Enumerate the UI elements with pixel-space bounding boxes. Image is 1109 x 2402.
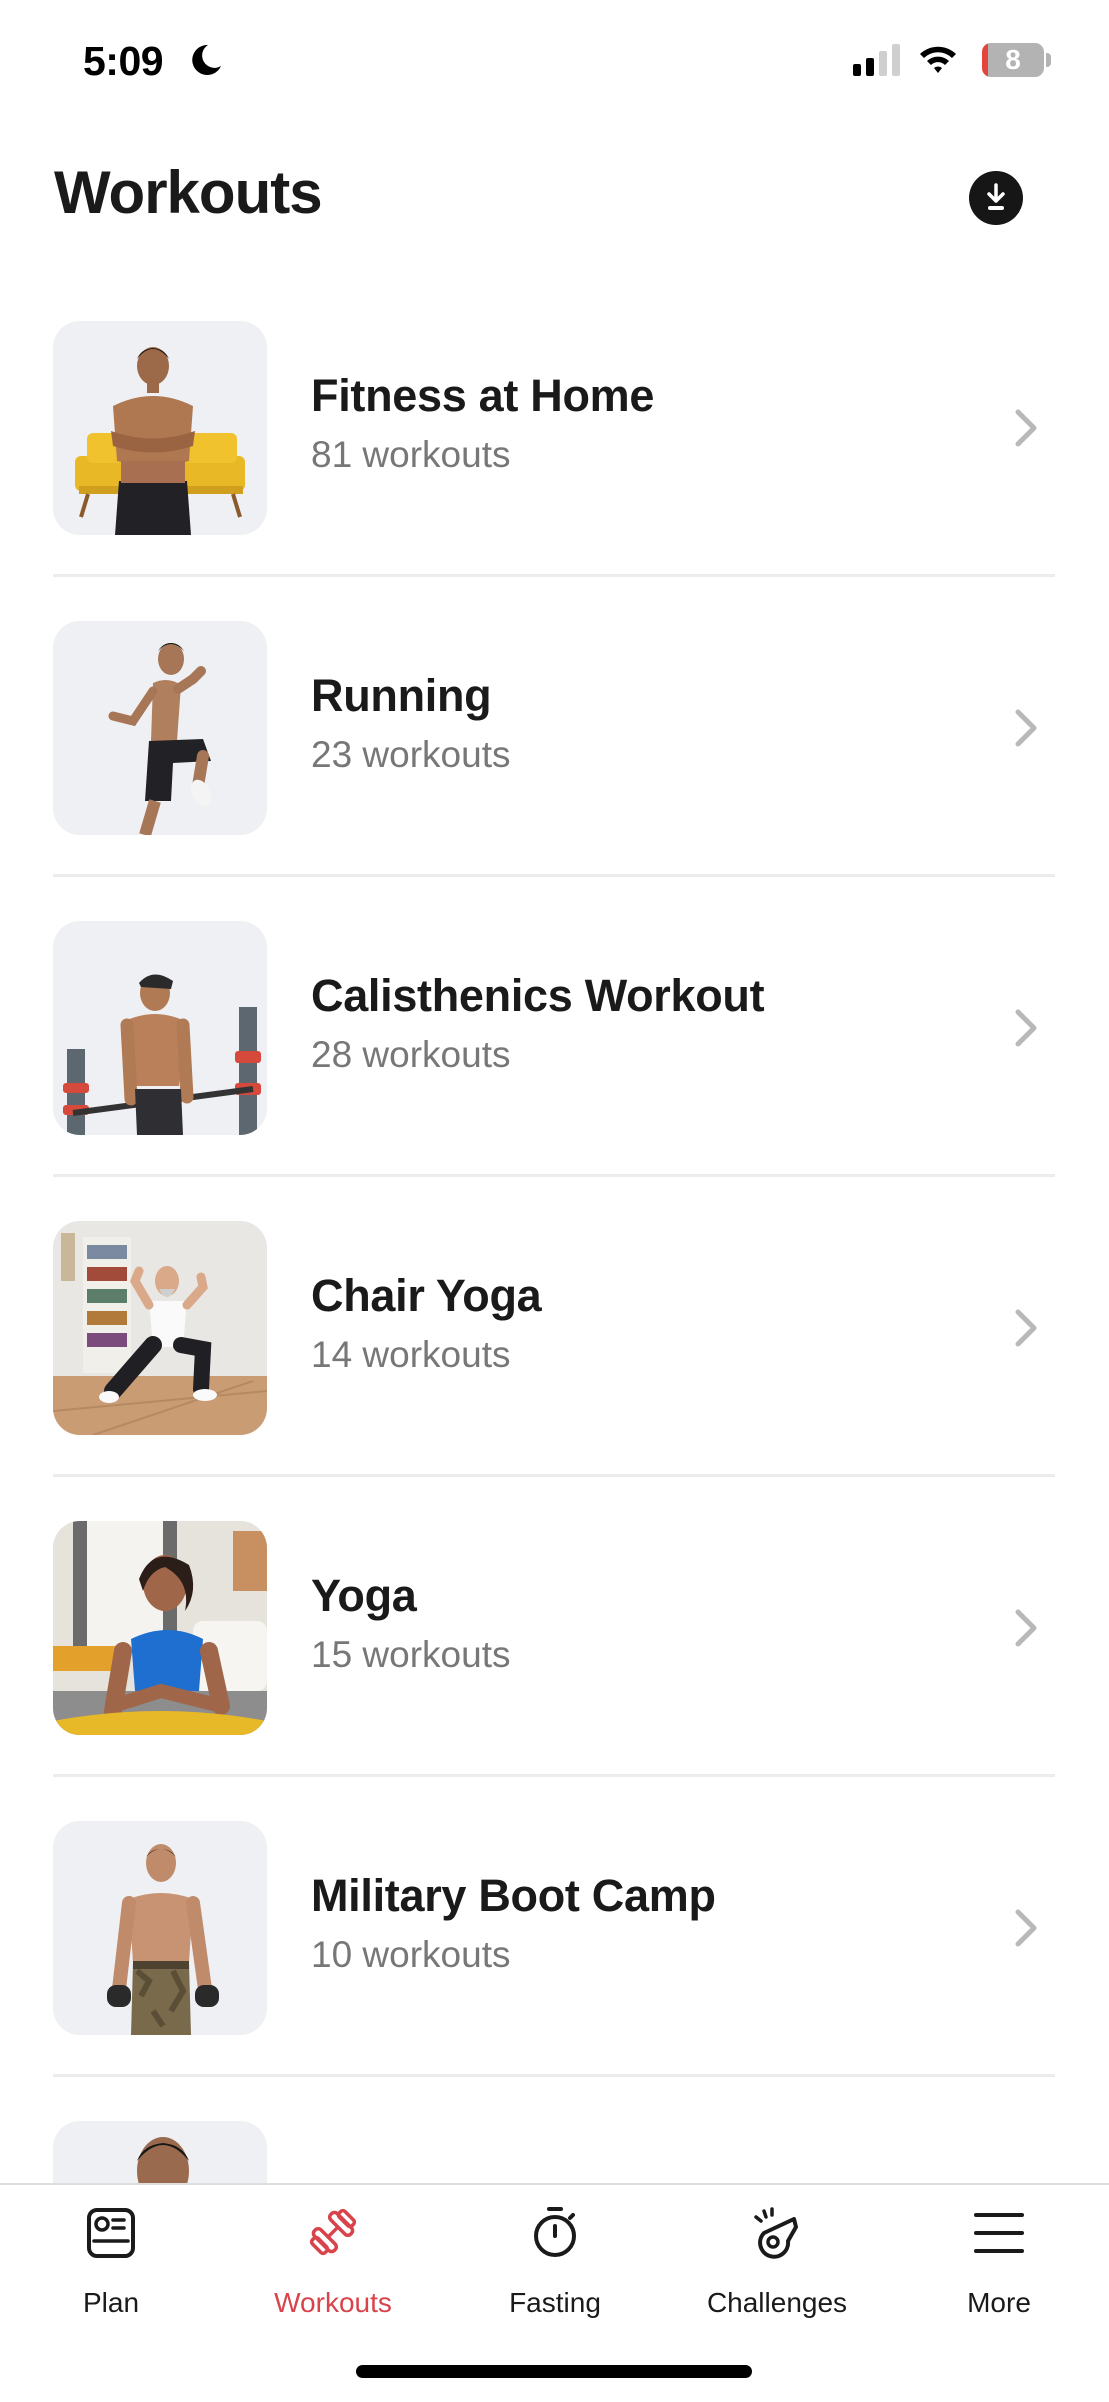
workout-count: 23 workouts xyxy=(311,734,511,775)
chevron-right-icon xyxy=(1015,1909,1037,1947)
workout-category-list: Fitness at Home 81 workouts Running 23 w… xyxy=(0,277,1109,2377)
workout-category-row[interactable]: Military Boot Camp 10 workouts xyxy=(0,1777,1109,2077)
workout-title: Fitness at Home xyxy=(311,370,655,421)
download-icon xyxy=(987,183,1005,210)
chevron-right-icon xyxy=(1015,409,1037,447)
workout-category-row[interactable]: Fitness at Home 81 workouts xyxy=(0,277,1109,577)
battery-tip xyxy=(1046,53,1051,67)
tab-label: Plan xyxy=(82,2287,140,2318)
calisthenics-thumbnail xyxy=(53,921,267,1135)
chevron-right-icon xyxy=(1015,1009,1037,1047)
cellular-signal-icon xyxy=(853,44,900,76)
workout-title: Chair Yoga xyxy=(311,1270,542,1321)
wifi-icon xyxy=(920,46,956,73)
tab-label: Fasting xyxy=(509,2287,601,2318)
tab-workouts[interactable]: Workouts xyxy=(222,2185,444,2345)
menu-icon xyxy=(974,2213,1024,2253)
fitness-at-home-thumbnail xyxy=(53,321,267,535)
running-thumbnail xyxy=(53,621,267,835)
plan-icon xyxy=(87,2208,135,2258)
workout-title: Yoga xyxy=(311,1570,417,1621)
workout-category-row[interactable]: Chair Yoga 14 workouts xyxy=(0,1177,1109,1477)
tab-label: More xyxy=(967,2287,1031,2318)
page-title: Workouts xyxy=(54,159,323,226)
workout-count: 14 workouts xyxy=(311,1334,511,1375)
tab-label: Challenges xyxy=(706,2287,848,2318)
moon-icon xyxy=(192,44,221,75)
battery-percent: 8 xyxy=(1005,44,1021,75)
tab-challenges[interactable]: Challenges xyxy=(666,2185,888,2345)
chevron-right-icon xyxy=(1015,709,1037,747)
tab-plan[interactable]: Plan xyxy=(0,2185,222,2345)
workout-count: 28 workouts xyxy=(311,1034,511,1075)
tab-fasting[interactable]: Fasting xyxy=(444,2185,666,2345)
military-boot-camp-thumbnail xyxy=(53,1821,267,2035)
workout-title: Calisthenics Workout xyxy=(311,970,765,1021)
yoga-thumbnail xyxy=(53,1521,267,1735)
tab-more[interactable]: More xyxy=(888,2185,1109,2345)
tab-label: Workouts xyxy=(274,2287,392,2318)
workout-count: 15 workouts xyxy=(311,1634,511,1675)
download-button[interactable] xyxy=(969,171,1023,225)
workout-count: 10 workouts xyxy=(311,1934,511,1975)
workout-title: Military Boot Camp xyxy=(311,1870,716,1921)
status-time: 5:09 xyxy=(83,38,164,84)
chair-yoga-thumbnail xyxy=(53,1221,267,1435)
whistle-icon xyxy=(754,2207,798,2259)
chevron-right-icon xyxy=(1015,1609,1037,1647)
dumbbell-icon xyxy=(309,2208,357,2256)
battery-icon: 8 xyxy=(982,43,1044,77)
workout-title: Running xyxy=(311,670,492,721)
workout-category-row[interactable]: Running 23 workouts xyxy=(0,577,1109,877)
workout-category-row[interactable]: Calisthenics Workout 28 workouts xyxy=(0,877,1109,1177)
home-indicator[interactable] xyxy=(356,2365,752,2378)
stopwatch-icon xyxy=(534,2207,576,2257)
workout-category-row[interactable]: Yoga 15 workouts xyxy=(0,1477,1109,1777)
workout-count: 81 workouts xyxy=(311,434,511,475)
chevron-right-icon xyxy=(1015,1309,1037,1347)
